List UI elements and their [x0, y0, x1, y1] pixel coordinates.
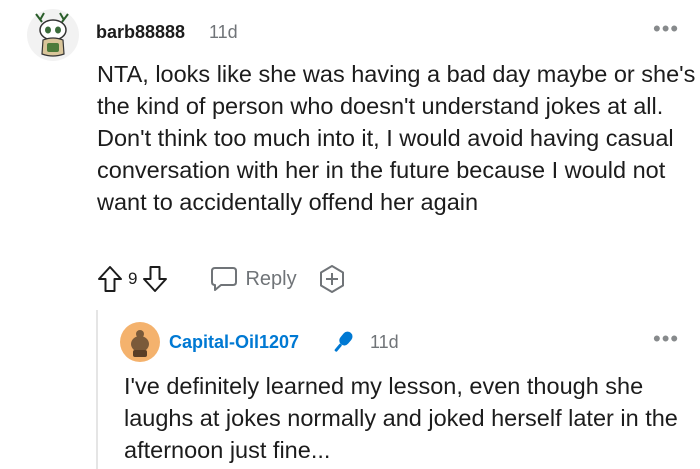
comment-actions: 9 Reply — [96, 262, 347, 296]
reply-timestamp: 11d — [370, 332, 399, 352]
reply-icon[interactable] — [209, 265, 239, 293]
snoo-avatar-icon — [27, 9, 79, 61]
award-add-icon[interactable] — [317, 264, 347, 294]
reply-button[interactable]: Reply — [245, 268, 296, 291]
avatar[interactable] — [26, 8, 80, 62]
more-options-button[interactable]: ••• — [653, 18, 679, 40]
snoo-avatar-icon — [120, 322, 160, 362]
reply-more-options-button[interactable]: ••• — [653, 328, 679, 350]
reply-avatar[interactable] — [120, 322, 160, 362]
comment-timestamp: 11d — [209, 22, 238, 42]
reply-body: I've definitely learned my lesson, even … — [124, 373, 678, 463]
upvote-icon[interactable] — [96, 264, 124, 294]
downvote-icon[interactable] — [141, 264, 169, 294]
thread-line[interactable] — [96, 310, 98, 469]
comment-username[interactable]: barb88888 — [96, 22, 185, 43]
vote-count: 9 — [128, 269, 138, 288]
microphone-icon — [328, 327, 358, 357]
comment-body: NTA, looks like she was having a bad day… — [97, 61, 696, 215]
reply-username[interactable]: Capital-Oil1207 — [169, 332, 299, 353]
